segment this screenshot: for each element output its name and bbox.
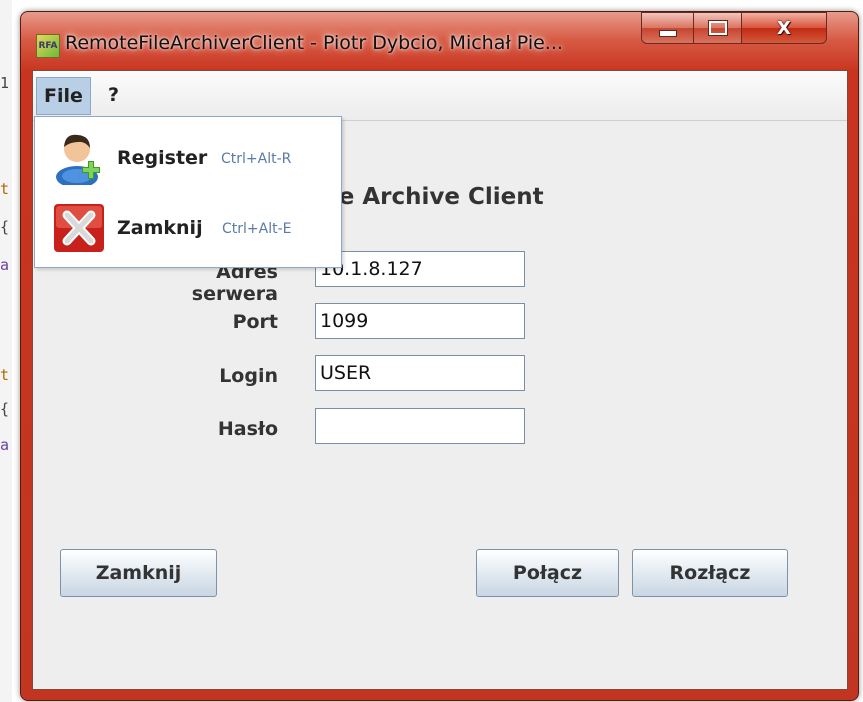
maximize-button[interactable] — [693, 12, 743, 44]
add-user-icon — [56, 134, 100, 185]
port-label: Port — [232, 311, 278, 333]
menu-bar: File ? — [33, 71, 847, 121]
close-window-button[interactable]: X — [741, 12, 827, 44]
login-field[interactable] — [315, 355, 525, 391]
app-window: RFA RemoteFileArchiverClient - Piotr Dyb… — [20, 11, 859, 701]
menu-item-zamknij[interactable]: Zamknij Ctrl+Alt-E — [35, 197, 341, 257]
connect-button[interactable]: Połącz — [476, 549, 619, 597]
disconnect-button[interactable]: Rozłącz — [632, 549, 788, 597]
zamknij-shortcut: Ctrl+Alt-E — [222, 221, 292, 237]
background-code-fragment: a — [0, 436, 10, 454]
menu-item-register[interactable]: Register Ctrl+Alt-R — [35, 127, 341, 187]
close-button[interactable]: Zamknij — [60, 549, 217, 597]
close-icon: X — [777, 17, 791, 39]
background-code-fragment: { — [0, 400, 10, 418]
port-field[interactable] — [315, 303, 525, 339]
background-code-fragment: 1 — [0, 74, 10, 92]
background-code-fragment: t — [0, 180, 10, 198]
background-code-fragment: a — [0, 256, 10, 274]
zamknij-label: Zamknij — [117, 217, 203, 239]
background-editor — [0, 0, 12, 702]
title-bar[interactable]: RFA RemoteFileArchiverClient - Piotr Dyb… — [21, 12, 858, 70]
password-label: Hasło — [217, 418, 278, 440]
background-code-fragment: t — [0, 366, 10, 384]
form-title: ile Archive Client — [323, 184, 544, 210]
server-address-field[interactable] — [315, 251, 525, 287]
window-title: RemoteFileArchiverClient - Piotr Dybcio,… — [65, 32, 563, 54]
login-label: Login — [219, 365, 278, 387]
maximize-icon — [708, 20, 728, 36]
app-icon: RFA — [36, 34, 60, 58]
register-shortcut: Ctrl+Alt-R — [221, 151, 292, 167]
register-label: Register — [117, 147, 208, 169]
password-field[interactable] — [315, 408, 525, 444]
minimize-button[interactable] — [641, 12, 695, 44]
close-x-icon — [54, 204, 104, 252]
menu-help[interactable]: ? — [101, 77, 126, 113]
file-menu-dropdown: Register Ctrl+Alt-R Zamknij Ctrl+Alt-E — [34, 116, 342, 268]
menu-file[interactable]: File — [36, 77, 91, 115]
background-code-fragment: { — [0, 218, 10, 236]
minimize-icon — [659, 29, 677, 37]
